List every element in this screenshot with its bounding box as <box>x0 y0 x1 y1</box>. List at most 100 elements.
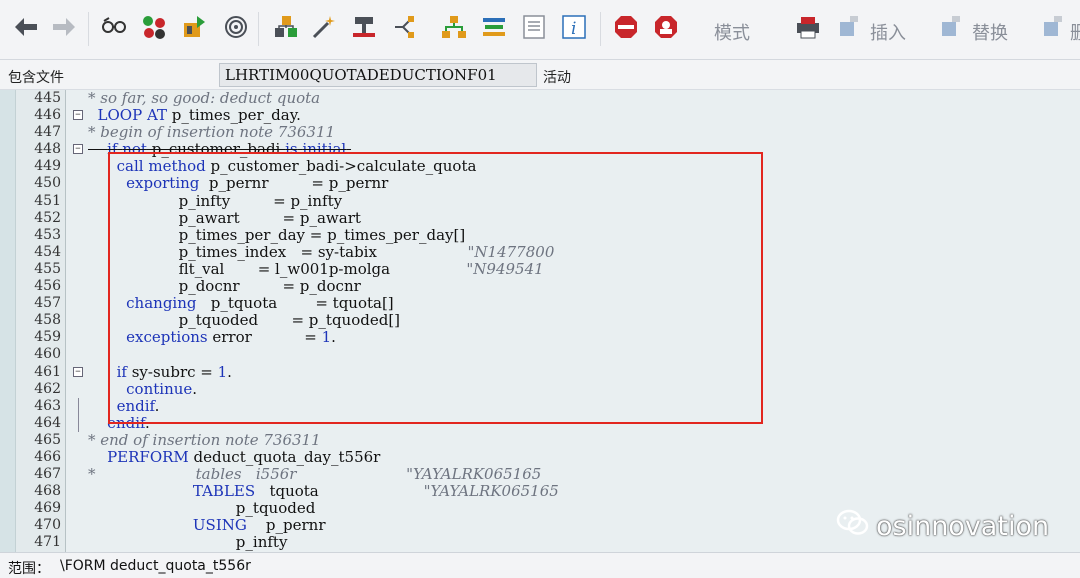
fold-toggle-icon[interactable]: − <box>73 144 83 155</box>
line-number: 451 <box>34 192 61 209</box>
code-text: continue. <box>126 379 198 398</box>
watermark-text: osinnovation <box>876 511 1050 542</box>
glasses-icon[interactable] <box>100 13 128 41</box>
code-line[interactable]: 445 * so far, so good: deduct quota <box>0 90 1080 107</box>
line-number: 454 <box>34 243 61 260</box>
code-line[interactable]: 458 p_tquoded = p_tquoded[] <box>0 312 1080 329</box>
code-text: p_times_index = sy-tabix "N1477800 <box>88 242 555 261</box>
code-line[interactable]: 447 * begin of insertion note 736311 <box>0 124 1080 141</box>
line-number: 453 <box>34 226 61 243</box>
svg-text:i: i <box>571 19 576 39</box>
scope-label: 范围： <box>8 561 50 577</box>
code-line[interactable]: 456 p_docnr = p_docnr <box>0 277 1080 296</box>
fold-toggle-icon[interactable]: − <box>73 366 83 377</box>
code-text: p_docnr = p_docnr <box>88 277 361 296</box>
line-number: 450 <box>34 175 61 192</box>
code-text: * end of insertion note 736311 <box>88 430 321 449</box>
active-status: 活动 <box>543 70 571 86</box>
code-lines: 445 * so far, so good: deduct quota 446 − L… <box>0 90 1080 552</box>
activate-icon[interactable] <box>180 13 208 41</box>
code-line[interactable]: 449 call method p_customer_badi->calcula… <box>0 158 1080 175</box>
line-number: 456 <box>34 278 61 295</box>
line-number: 447 <box>34 124 61 141</box>
replace-icon[interactable] <box>938 13 966 41</box>
line-number: 464 <box>34 414 61 431</box>
code-text: changing p_tquota = tquota[] <box>126 294 394 313</box>
line-number: 445 <box>34 90 61 106</box>
code-line[interactable]: 454 p_times_index = sy-tabix "N1477800 <box>0 242 1080 261</box>
back-icon[interactable] <box>12 13 40 41</box>
stop-user-icon[interactable] <box>652 13 680 41</box>
line-number: 465 <box>34 431 61 448</box>
code-line[interactable]: 453 p_times_per_day = p_times_per_day[] <box>0 226 1080 244</box>
code-text: call method p_customer_badi->calculate_q… <box>116 157 477 176</box>
forward-icon[interactable] <box>50 13 78 41</box>
insert-label[interactable]: 插入 <box>870 19 906 45</box>
line-number: 459 <box>34 329 61 346</box>
line-number: 469 <box>34 500 61 517</box>
stack-icon[interactable] <box>480 13 508 41</box>
code-line[interactable]: 462 continue. <box>0 379 1080 398</box>
stop-breakpoint-icon[interactable] <box>612 13 640 41</box>
code-text: if sy-subrc = 1. <box>116 362 232 381</box>
info-icon[interactable]: i <box>560 13 588 41</box>
include-name-field[interactable]: LHRTIM00QUOTADEDUCTIONF01 <box>219 63 537 87</box>
objects-icon[interactable] <box>140 13 168 41</box>
code-line[interactable]: 467 * tables i556r "YAYALRK065165 <box>0 466 1080 483</box>
tree-icon[interactable] <box>440 13 468 41</box>
magic-wand-icon[interactable] <box>310 13 338 41</box>
code-line[interactable]: 452 p_awart = p_awart <box>0 209 1080 227</box>
hierarchy-icon[interactable] <box>272 13 300 41</box>
code-text: * tables i556r "YAYALRK065165 <box>88 465 542 484</box>
mode-label[interactable]: 模式 <box>714 19 750 45</box>
line-number: 455 <box>34 260 61 277</box>
where-used-icon[interactable] <box>222 13 250 41</box>
code-line[interactable]: 446 − LOOP AT p_times_per_day. <box>0 106 1080 124</box>
application-toolbar: i 模式 插入 替换 删 <box>0 0 1080 60</box>
line-number: 448 <box>34 141 61 158</box>
include-label: 包含文件 <box>8 70 64 86</box>
scope-value: \FORM deduct_quota_t556r <box>60 558 251 574</box>
code-line[interactable]: 451 p_infty = p_infty <box>0 191 1080 210</box>
code-text: USING p_pernr <box>192 516 326 535</box>
code-text: p_infty = p_infty <box>88 191 343 210</box>
line-number: 461 <box>34 363 61 380</box>
stamp-icon[interactable] <box>350 13 378 41</box>
code-line[interactable]: 448 − if not p_customer_badi is initial. <box>0 141 1080 158</box>
branch-icon[interactable] <box>390 13 418 41</box>
code-line[interactable]: 461 − if sy-subrc = 1. <box>0 362 1080 381</box>
delete-icon[interactable] <box>1040 13 1068 41</box>
line-number: 467 <box>34 466 61 483</box>
toolbar-separator <box>88 12 89 46</box>
code-text: p_infty <box>88 533 288 552</box>
abap-editor[interactable]: 445 * so far, so good: deduct quota 446 − L… <box>0 90 1080 552</box>
code-line[interactable]: 460 <box>0 346 1080 363</box>
code-line[interactable]: 450 exporting p_pernr = p_pernr <box>0 175 1080 192</box>
code-line[interactable]: 464 endif. <box>0 414 1080 432</box>
watermark: osinnovation <box>836 508 1049 545</box>
code-line[interactable]: 463 endif. <box>0 397 1080 415</box>
replace-label[interactable]: 替换 <box>972 19 1008 45</box>
line-number: 470 <box>34 517 61 534</box>
code-text: if not p_customer_badi is initial. <box>107 140 352 159</box>
line-number: 446 <box>34 107 61 124</box>
line-number: 457 <box>34 295 61 312</box>
line-number: 449 <box>34 158 61 175</box>
wechat-icon <box>836 508 870 545</box>
code-line[interactable]: 457 changing p_tquota = tquota[] <box>0 295 1080 312</box>
code-line[interactable]: 455 flt_val = l_w001p-molga "N949541 <box>0 260 1080 278</box>
code-text: * so far, so good: deduct quota <box>88 90 321 107</box>
code-line[interactable]: 465 * end of insertion note 736311 <box>0 430 1080 449</box>
fold-line <box>78 414 79 432</box>
code-line[interactable]: 468 TABLES tquota "YAYALRK065165 <box>0 483 1080 500</box>
line-number: 471 <box>34 534 61 551</box>
code-line[interactable]: 459 exceptions error = 1. <box>0 329 1080 346</box>
line-number: 458 <box>34 312 61 329</box>
fold-toggle-icon[interactable]: − <box>73 110 83 121</box>
delete-label[interactable]: 删 <box>1070 19 1080 45</box>
status-bar: 范围： \FORM deduct_quota_t556r <box>0 552 1080 578</box>
insert-icon[interactable] <box>836 13 864 41</box>
pretty-printer-icon[interactable] <box>794 13 822 41</box>
code-line[interactable]: 466 PERFORM deduct_quota_day_t556r <box>0 448 1080 466</box>
document-icon[interactable] <box>520 13 548 41</box>
